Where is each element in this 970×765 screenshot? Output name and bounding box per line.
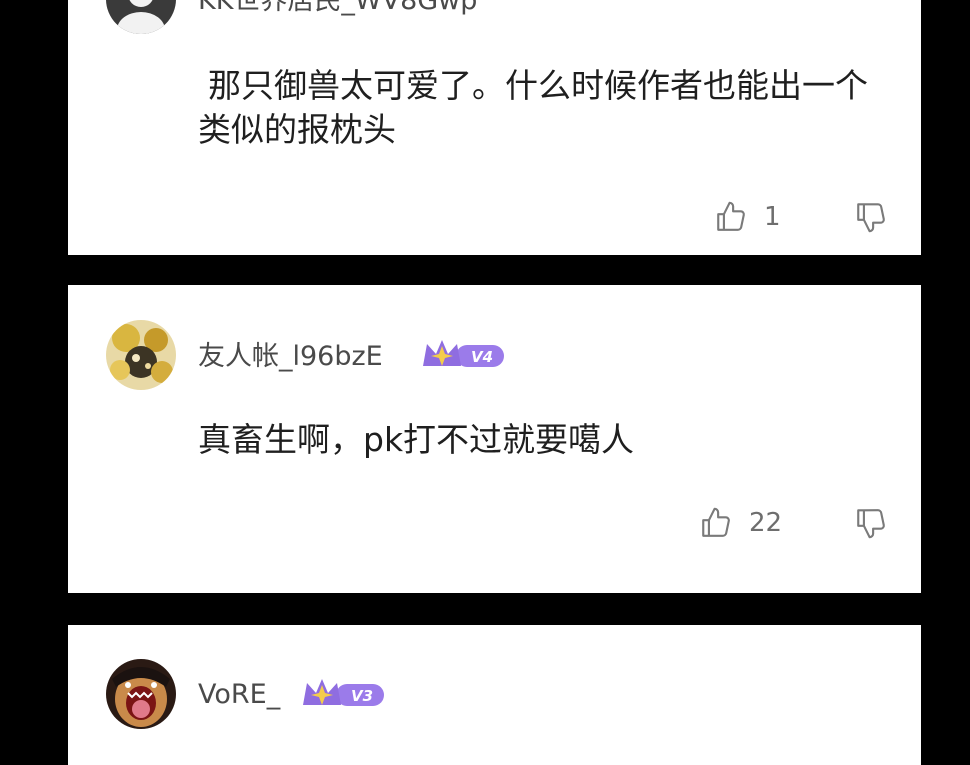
thumbs-down-icon	[857, 509, 885, 539]
username[interactable]: 友人帐_l96bzE	[198, 340, 383, 374]
crown-badge-icon: V4	[423, 340, 504, 367]
username[interactable]: KK世界居民_WV8Gwp	[198, 0, 477, 18]
dislike-button[interactable]	[854, 506, 888, 540]
dislike-button[interactable]	[854, 200, 888, 234]
avatar[interactable]	[106, 659, 176, 729]
comment-text: 那只御兽太可爱了。什么时候作者也能出一个类似的报枕头	[198, 66, 868, 149]
anime-avatar-icon	[106, 320, 176, 390]
crown-badge-icon: V3	[303, 679, 384, 706]
screaming-face-avatar-icon	[106, 659, 176, 729]
comment-card: 友人帐_l96bzE V4 真畜生啊，pk打不过就要噶人 22	[68, 285, 921, 593]
like-button[interactable]: 1	[714, 200, 781, 234]
thumbs-up-icon	[702, 507, 730, 537]
vip-badge: V3	[300, 675, 386, 709]
avatar[interactable]	[106, 320, 176, 390]
thumbs-down-icon	[857, 203, 885, 233]
avatar[interactable]	[106, 0, 176, 34]
vip-level: V4	[471, 348, 493, 366]
comment-text: 真畜生啊，pk打不过就要噶人	[198, 420, 635, 459]
like-button[interactable]: 22	[699, 506, 782, 540]
vip-badge: V4	[420, 336, 506, 370]
username[interactable]: VoRE_	[198, 678, 280, 712]
like-count: 1	[764, 202, 781, 232]
default-avatar-icon	[106, 0, 176, 34]
comment-card: VoRE_ V3	[68, 625, 921, 765]
comment-card: KK世界居民_WV8Gwp 那只御兽太可爱了。什么时候作者也能出一个类似的报枕头…	[68, 0, 921, 255]
like-count: 22	[749, 508, 783, 538]
vip-level: V3	[351, 687, 373, 705]
thumbs-up-icon	[717, 201, 745, 231]
